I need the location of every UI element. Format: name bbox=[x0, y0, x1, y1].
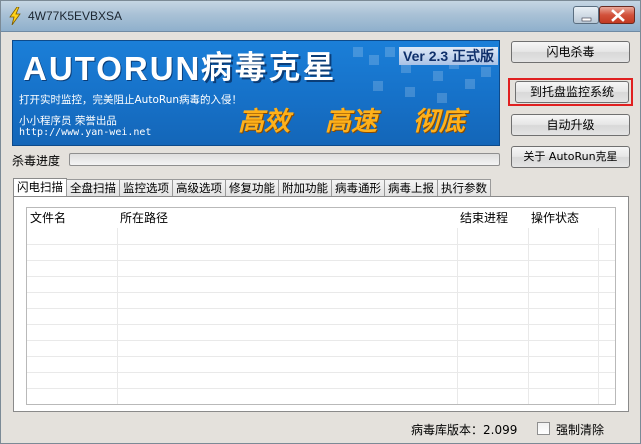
list-grid-line bbox=[27, 372, 615, 373]
list-grid-line bbox=[27, 340, 615, 341]
list-grid-line bbox=[27, 388, 615, 389]
minimize-icon bbox=[581, 17, 592, 22]
tagline-efficient: 高效 bbox=[238, 107, 291, 137]
list-grid-line bbox=[27, 404, 615, 405]
author-text: 小小程序员 荣誉出品 bbox=[19, 115, 117, 127]
list-header: 文件名 所在路径 结束进程 操作状态 bbox=[27, 208, 615, 228]
banner: AUTORUN 病毒克星 Ver 2.3 正式版 打开实时监控，完美阻止Auto… bbox=[12, 40, 500, 146]
logo-chinese: 病毒克星 bbox=[201, 50, 337, 86]
tab-extras[interactable]: 附加功能 bbox=[278, 179, 332, 196]
tab-full-scan[interactable]: 全盘扫描 bbox=[66, 179, 120, 196]
minimize-button[interactable] bbox=[573, 6, 599, 24]
website-text: http://www.yan-wei.net bbox=[19, 127, 152, 138]
auto-update-button[interactable]: 自动升级 bbox=[511, 114, 630, 136]
title-bar[interactable]: 4W77K5EVBXSA bbox=[1, 1, 640, 32]
tab-virus-notice[interactable]: 病毒通形 bbox=[331, 179, 385, 196]
logo-latin: AUTORUN bbox=[23, 50, 202, 87]
list-grid-line bbox=[27, 356, 615, 357]
db-version-value: 2.099 bbox=[483, 423, 518, 437]
column-header-extra[interactable] bbox=[598, 208, 615, 228]
tab-repair[interactable]: 修复功能 bbox=[225, 179, 279, 196]
flash-kill-button[interactable]: 闪电杀毒 bbox=[511, 41, 630, 63]
list-grid-line bbox=[27, 244, 615, 245]
db-version-text: 病毒库版本：2.099 bbox=[411, 421, 517, 438]
tab-panel: 文件名 所在路径 结束进程 操作状态 bbox=[13, 196, 629, 412]
scan-progress-bar bbox=[69, 153, 500, 166]
tagline-fast: 高速 bbox=[325, 107, 378, 137]
tab-bar: 闪电扫描 全盘扫描 监控选项 高级选项 修复功能 附加功能 病毒通形 病毒上报 … bbox=[13, 178, 491, 197]
column-header-status[interactable]: 操作状态 bbox=[528, 208, 598, 228]
window-title: 4W77K5EVBXSA bbox=[28, 9, 123, 23]
close-icon bbox=[611, 9, 625, 22]
db-version-label: 病毒库版本： bbox=[411, 423, 484, 437]
list-column-divider bbox=[528, 228, 529, 404]
tab-monitor-options[interactable]: 监控选项 bbox=[119, 179, 173, 196]
list-column-divider bbox=[598, 228, 599, 404]
slogan-text: 打开实时监控，完美阻止AutoRun病毒的入侵！ bbox=[19, 94, 243, 106]
tab-flash-scan[interactable]: 闪电扫描 bbox=[13, 178, 67, 197]
app-window: 4W77K5EVBXSA AUTORUN 病毒克星 Ver 2.3 正式版 打开… bbox=[0, 0, 641, 444]
force-clear-label: 强制清除 bbox=[556, 423, 605, 437]
column-header-filename[interactable]: 文件名 bbox=[27, 208, 117, 228]
close-button[interactable] bbox=[599, 6, 635, 24]
list-column-divider bbox=[457, 228, 458, 404]
tagline-thorough: 彻底 bbox=[413, 107, 466, 137]
list-grid-line bbox=[27, 260, 615, 261]
about-button[interactable]: 关于 AutoRun克星 bbox=[511, 146, 630, 168]
list-column-divider bbox=[117, 228, 118, 404]
to-tray-monitor-button[interactable]: 到托盘监控系统 bbox=[515, 81, 629, 103]
list-grid-line bbox=[27, 276, 615, 277]
column-header-path[interactable]: 所在路径 bbox=[117, 208, 457, 228]
tab-advanced-options[interactable]: 高级选项 bbox=[172, 179, 226, 196]
tab-virus-report[interactable]: 病毒上报 bbox=[384, 179, 438, 196]
lightning-icon bbox=[9, 7, 21, 25]
force-clear-checkbox[interactable] bbox=[537, 422, 550, 435]
version-badge: Ver 2.3 正式版 bbox=[399, 47, 499, 65]
scan-results-list[interactable]: 文件名 所在路径 结束进程 操作状态 bbox=[26, 207, 616, 405]
list-grid-line bbox=[27, 308, 615, 309]
column-header-end-process[interactable]: 结束进程 bbox=[457, 208, 528, 228]
progress-label: 杀毒进度 bbox=[12, 154, 61, 168]
tab-exec-params[interactable]: 执行参数 bbox=[437, 179, 491, 196]
list-grid-line bbox=[27, 292, 615, 293]
list-grid-line bbox=[27, 324, 615, 325]
